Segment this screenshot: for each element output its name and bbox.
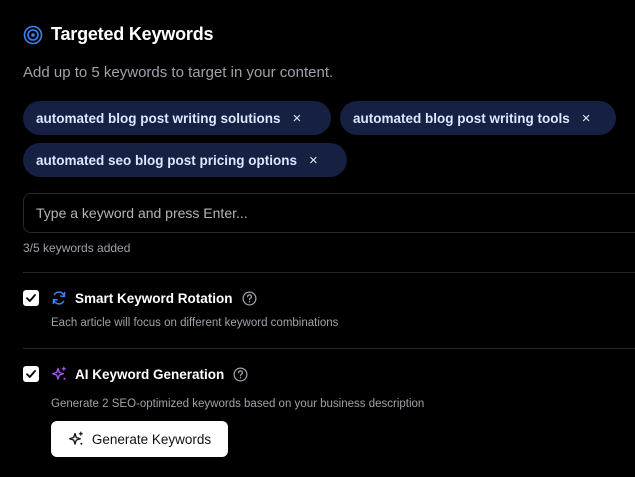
option-label: Smart Keyword Rotation — [75, 290, 233, 306]
keyword-chip-label: automated seo blog post pricing options — [36, 152, 298, 168]
sparkles-icon — [68, 431, 83, 445]
keyword-chip: automated seo blog post pricing options … — [23, 143, 347, 177]
keyword-count: 3/5 keywords added — [23, 241, 131, 255]
option-ai-keyword-generation: AI Keyword Generation — [23, 366, 248, 382]
ai-generation-checkbox[interactable] — [23, 366, 39, 382]
keyword-input[interactable] — [23, 193, 635, 233]
generate-keywords-label: Generate Keywords — [91, 431, 212, 447]
help-icon[interactable] — [233, 367, 248, 382]
targeted-keywords-panel: Targeted Keywords Add up to 5 keywords t… — [0, 0, 635, 477]
keyword-chip: automated blog post writing solutions × — [23, 101, 331, 135]
option-description: Generate 2 SEO-optimized keywords based … — [51, 398, 425, 410]
help-icon[interactable] — [242, 291, 257, 306]
refresh-icon — [52, 291, 66, 305]
target-icon — [23, 25, 43, 44]
option-smart-keyword-rotation: Smart Keyword Rotation — [23, 290, 257, 306]
checkmark-icon — [26, 370, 36, 378]
sparkles-icon — [52, 366, 66, 380]
keyword-chip-label: automated blog post writing solutions — [36, 110, 281, 126]
option-description: Each article will focus on different key… — [51, 317, 339, 329]
section-title: Targeted Keywords — [51, 24, 214, 44]
keyword-chip: automated blog post writing tools × — [340, 101, 616, 135]
divider — [23, 272, 635, 273]
section-subtitle: Add up to 5 keywords to target in your c… — [23, 64, 334, 81]
option-label: AI Keyword Generation — [75, 366, 225, 382]
close-icon[interactable]: × — [309, 153, 318, 168]
section-header: Targeted Keywords — [23, 24, 214, 45]
close-icon[interactable]: × — [293, 111, 302, 126]
keyword-chip-label: automated blog post writing tools — [353, 110, 570, 126]
checkmark-icon — [26, 294, 36, 302]
close-icon[interactable]: × — [582, 111, 591, 126]
smart-rotation-checkbox[interactable] — [23, 290, 39, 306]
divider — [23, 348, 635, 349]
generate-keywords-button[interactable]: Generate Keywords — [51, 421, 228, 457]
